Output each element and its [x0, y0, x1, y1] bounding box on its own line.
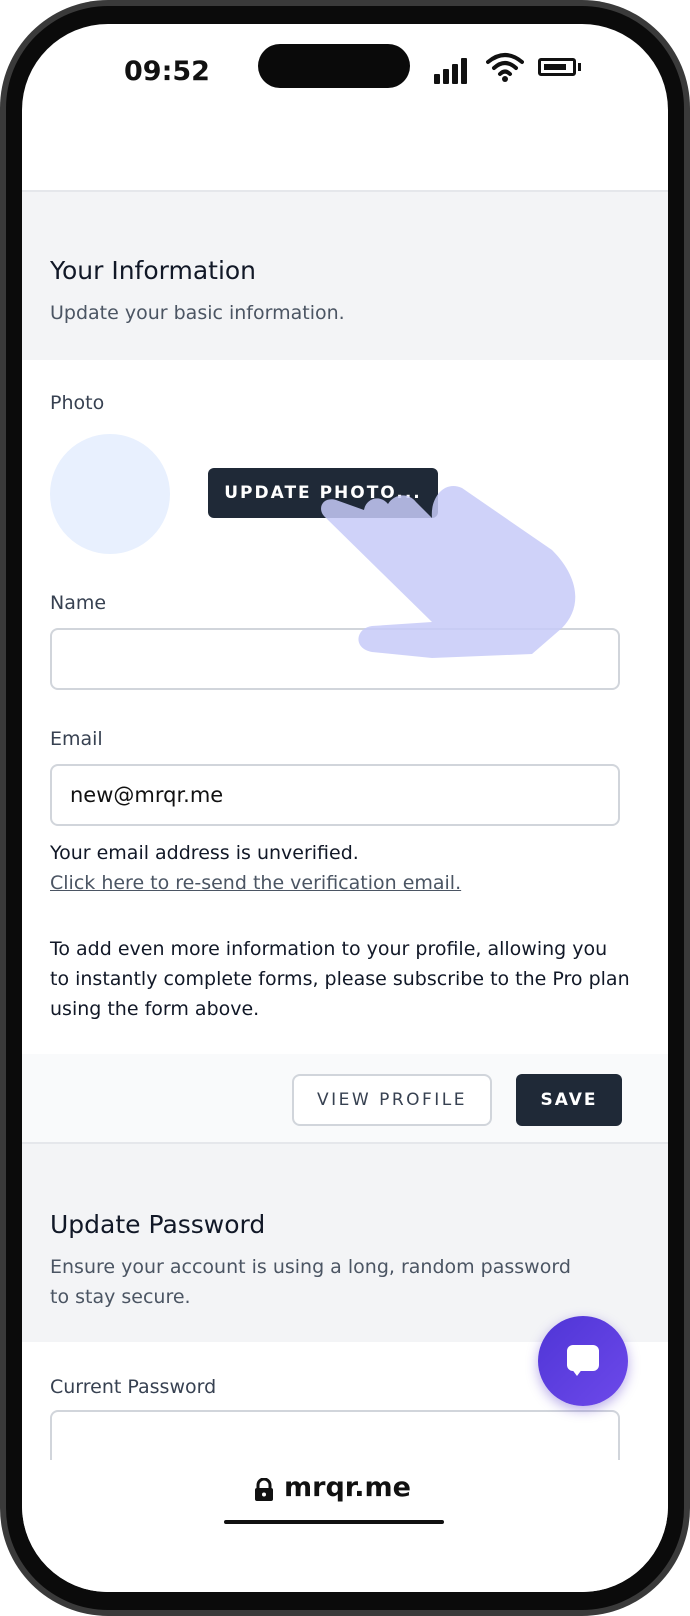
password-section-header: Update Password Ensure your account is u… [22, 1144, 668, 1342]
home-indicator[interactable] [224, 1520, 444, 1524]
info-section-description: Update your basic information. [50, 302, 345, 324]
pro-plan-notice: To add even more information to your pro… [50, 938, 630, 1020]
battery-tip [578, 63, 581, 71]
password-section-title: Update Password [50, 1210, 266, 1239]
page-header [22, 114, 668, 192]
current-password-label: Current Password [50, 1376, 217, 1398]
resend-verification-link[interactable]: Click here to re-send the verification e… [50, 868, 630, 898]
view-profile-button[interactable]: VIEW PROFILE [292, 1074, 492, 1126]
password-section-description: Ensure your account is using a long, ran… [50, 1256, 571, 1308]
chat-button[interactable] [538, 1316, 628, 1406]
name-label: Name [50, 592, 107, 614]
info-section-header: Your Information Update your basic infor… [22, 192, 668, 360]
photo-label: Photo [50, 392, 105, 414]
status-time: 09:52 [124, 56, 210, 87]
save-button[interactable]: SAVE [516, 1074, 622, 1126]
hand-pointer-icon [321, 486, 576, 658]
avatar[interactable] [50, 434, 170, 554]
info-section-title: Your Information [50, 256, 257, 285]
chat-icon-tail [571, 1368, 583, 1376]
phone-screen: 09:52 Your Information Update your basic… [22, 24, 668, 1592]
browser-url[interactable]: mrqr.me [284, 1472, 411, 1503]
form-actions: VIEW PROFILE SAVE [22, 1054, 668, 1144]
battery-icon [538, 58, 576, 76]
dynamic-island [258, 44, 410, 88]
wifi-icon [486, 53, 524, 82]
email-unverified-text: Your email address is unverified. [50, 842, 359, 864]
email-field[interactable] [50, 764, 620, 826]
lock-icon [255, 1478, 273, 1501]
email-label: Email [50, 728, 103, 750]
